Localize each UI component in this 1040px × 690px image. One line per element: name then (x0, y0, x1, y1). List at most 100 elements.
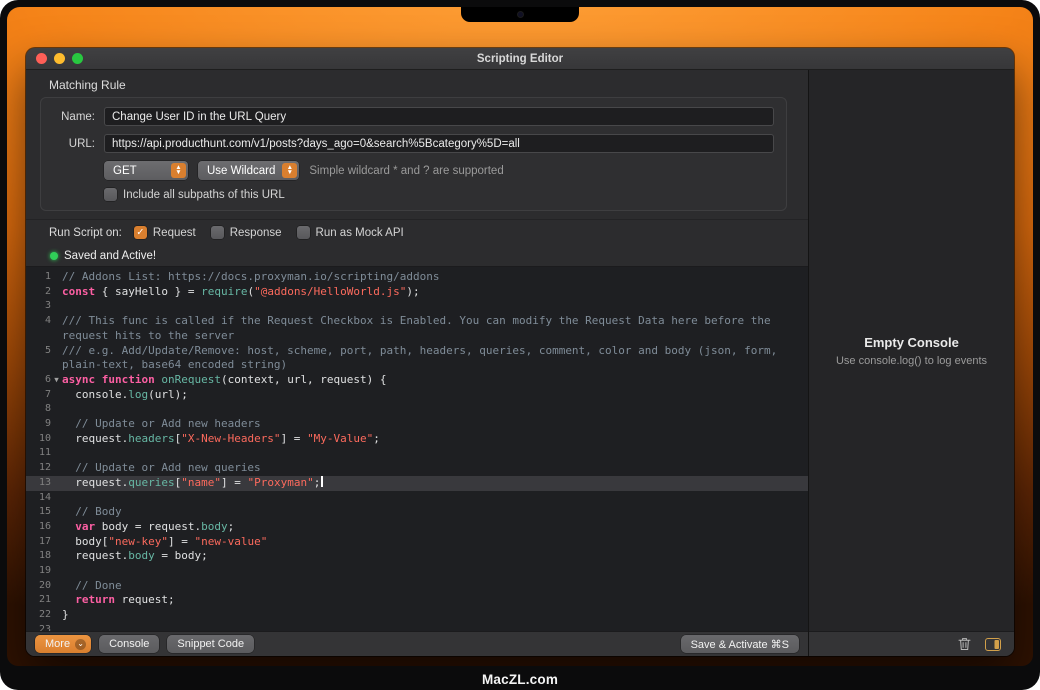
code-text: // Body (62, 505, 808, 520)
code-text: request.queries["name"] = "Proxyman"; (62, 476, 808, 491)
line-number: 22 (26, 608, 62, 623)
bottom-toolbar: More ⌄ Console Snippet Code Save & Activ… (26, 631, 808, 656)
run-script-option-label: Run as Mock API (316, 227, 404, 239)
chevron-down-icon: ⌄ (75, 639, 86, 650)
wildcard-dropdown[interactable]: Use Wildcard ▲▼ (198, 161, 299, 180)
zoom-window-button[interactable] (72, 53, 83, 64)
code-line[interactable]: 16 var body = request.body; (26, 520, 808, 535)
code-line[interactable]: 6▼async function onRequest(context, url,… (26, 373, 808, 388)
run-script-label: Run Script on: (49, 227, 122, 239)
code-text (62, 299, 808, 314)
macbook-frame: Scripting Editor Matching Rule Name: Cha… (0, 0, 1040, 690)
toggle-panel-icon[interactable] (985, 638, 1001, 651)
line-number: 23 (26, 623, 62, 631)
run-script-option[interactable]: ✓ Request (134, 226, 196, 239)
subpaths-label: Include all subpaths of this URL (123, 189, 285, 201)
run-script-row: Run Script on: ✓ Request Response Run as Mo… (26, 219, 808, 245)
minimize-window-button[interactable] (54, 53, 65, 64)
wildcard-value: Use Wildcard (207, 165, 275, 177)
traffic-lights (36, 48, 83, 69)
text-cursor (321, 476, 323, 487)
code-line[interactable]: 7 console.log(url); (26, 388, 808, 403)
code-text: console.log(url); (62, 388, 808, 403)
line-number: 3 (26, 299, 62, 314)
wildcard-hint: Simple wildcard * and ? are supported (309, 165, 503, 177)
code-line[interactable]: 11 (26, 446, 808, 461)
line-number: 7 (26, 388, 62, 403)
code-editor[interactable]: 1// Addons List: https://docs.proxyman.i… (26, 267, 808, 631)
maczl-watermark: MacZL.com (0, 672, 1040, 687)
code-line[interactable]: 14 (26, 491, 808, 506)
url-label: URL: (51, 138, 95, 150)
checkbox-unchecked[interactable] (211, 226, 224, 239)
code-line[interactable]: 13 request.queries["name"] = "Proxyman"; (26, 476, 808, 491)
name-row: Name: Change User ID in the URL Query (51, 107, 774, 126)
run-script-option-label: Request (153, 227, 196, 239)
main-pane: Matching Rule Name: Change User ID in th… (26, 70, 808, 656)
code-text: // Update or Add new queries (62, 461, 808, 476)
checkbox-checked[interactable]: ✓ (134, 226, 147, 239)
line-number: 19 (26, 564, 62, 579)
code-line[interactable]: 12 // Update or Add new queries (26, 461, 808, 476)
code-text (62, 564, 808, 579)
rule-url-input[interactable]: https://api.producthunt.com/v1/posts?day… (104, 134, 774, 153)
code-line[interactable]: 4/// This func is called if the Request … (26, 314, 808, 343)
save-activate-button[interactable]: Save & Activate ⌘S (681, 635, 799, 653)
window-titlebar[interactable]: Scripting Editor (26, 48, 1014, 70)
code-text (62, 491, 808, 506)
code-line[interactable]: 18 request.body = body; (26, 549, 808, 564)
console-pane: Empty Console Use console.log() to log e… (808, 70, 1014, 656)
matching-rule-group: Name: Change User ID in the URL Query UR… (40, 97, 787, 211)
code-text: } (62, 608, 808, 623)
code-line[interactable]: 10 request.headers["X-New-Headers"] = "M… (26, 432, 808, 447)
code-text: const { sayHello } = require("@addons/He… (62, 285, 808, 300)
line-number: 5 (26, 344, 62, 373)
method-row: GET ▲▼ Use Wildcard ▲▼ Simple wildcard *… (51, 161, 774, 180)
code-line[interactable]: 9 // Update or Add new headers (26, 417, 808, 432)
line-number: 11 (26, 446, 62, 461)
code-line[interactable]: 15 // Body (26, 505, 808, 520)
code-line[interactable]: 5/// e.g. Add/Update/Remove: host, schem… (26, 344, 808, 373)
checkbox-unchecked[interactable] (104, 188, 117, 201)
window-body: Matching Rule Name: Change User ID in th… (26, 70, 1014, 656)
rule-url-value: https://api.producthunt.com/v1/posts?day… (112, 138, 520, 150)
line-number: 13 (26, 476, 62, 491)
fold-marker-icon[interactable]: ▼ (51, 373, 62, 388)
trash-icon[interactable] (958, 637, 971, 651)
run-script-option[interactable]: Run as Mock API (297, 226, 404, 239)
camera-notch (461, 7, 579, 22)
line-number: 8 (26, 402, 62, 417)
code-line[interactable]: 22} (26, 608, 808, 623)
snippet-code-button[interactable]: Snippet Code (167, 635, 254, 653)
more-button[interactable]: More ⌄ (35, 635, 91, 653)
empty-console-subtitle: Use console.log() to log events (836, 355, 987, 367)
code-line[interactable]: 19 (26, 564, 808, 579)
method-value: GET (113, 165, 137, 177)
code-line[interactable]: 3 (26, 299, 808, 314)
code-line[interactable]: 20 // Done (26, 579, 808, 594)
run-script-option-label: Response (230, 227, 282, 239)
empty-console-placeholder: Empty Console Use console.log() to log e… (809, 70, 1014, 631)
close-window-button[interactable] (36, 53, 47, 64)
code-line[interactable]: 1// Addons List: https://docs.proxyman.i… (26, 270, 808, 285)
code-line[interactable]: 8 (26, 402, 808, 417)
code-line[interactable]: 21 return request; (26, 593, 808, 608)
code-text: request.body = body; (62, 549, 808, 564)
matching-rule-section: Matching Rule Name: Change User ID in th… (26, 70, 808, 219)
console-button[interactable]: Console (99, 635, 159, 653)
url-row: URL: https://api.producthunt.com/v1/post… (51, 134, 774, 153)
method-dropdown[interactable]: GET ▲▼ (104, 161, 188, 180)
code-line[interactable]: 23 (26, 623, 808, 631)
checkbox-unchecked[interactable] (297, 226, 310, 239)
scripting-editor-window: Scripting Editor Matching Rule Name: Cha… (26, 48, 1014, 656)
subpaths-checkbox-row[interactable]: Include all subpaths of this URL (104, 188, 285, 201)
run-script-option[interactable]: Response (211, 226, 282, 239)
code-line[interactable]: 2const { sayHello } = require("@addons/H… (26, 285, 808, 300)
line-number: 17 (26, 535, 62, 550)
rule-name-input[interactable]: Change User ID in the URL Query (104, 107, 774, 126)
code-line[interactable]: 17 body["new-key"] = "new-value" (26, 535, 808, 550)
code-text: body["new-key"] = "new-value" (62, 535, 808, 550)
code-text: /// e.g. Add/Update/Remove: host, scheme… (62, 344, 808, 373)
subpaths-row: Include all subpaths of this URL (51, 188, 774, 201)
code-text: // Addons List: https://docs.proxyman.io… (62, 270, 808, 285)
